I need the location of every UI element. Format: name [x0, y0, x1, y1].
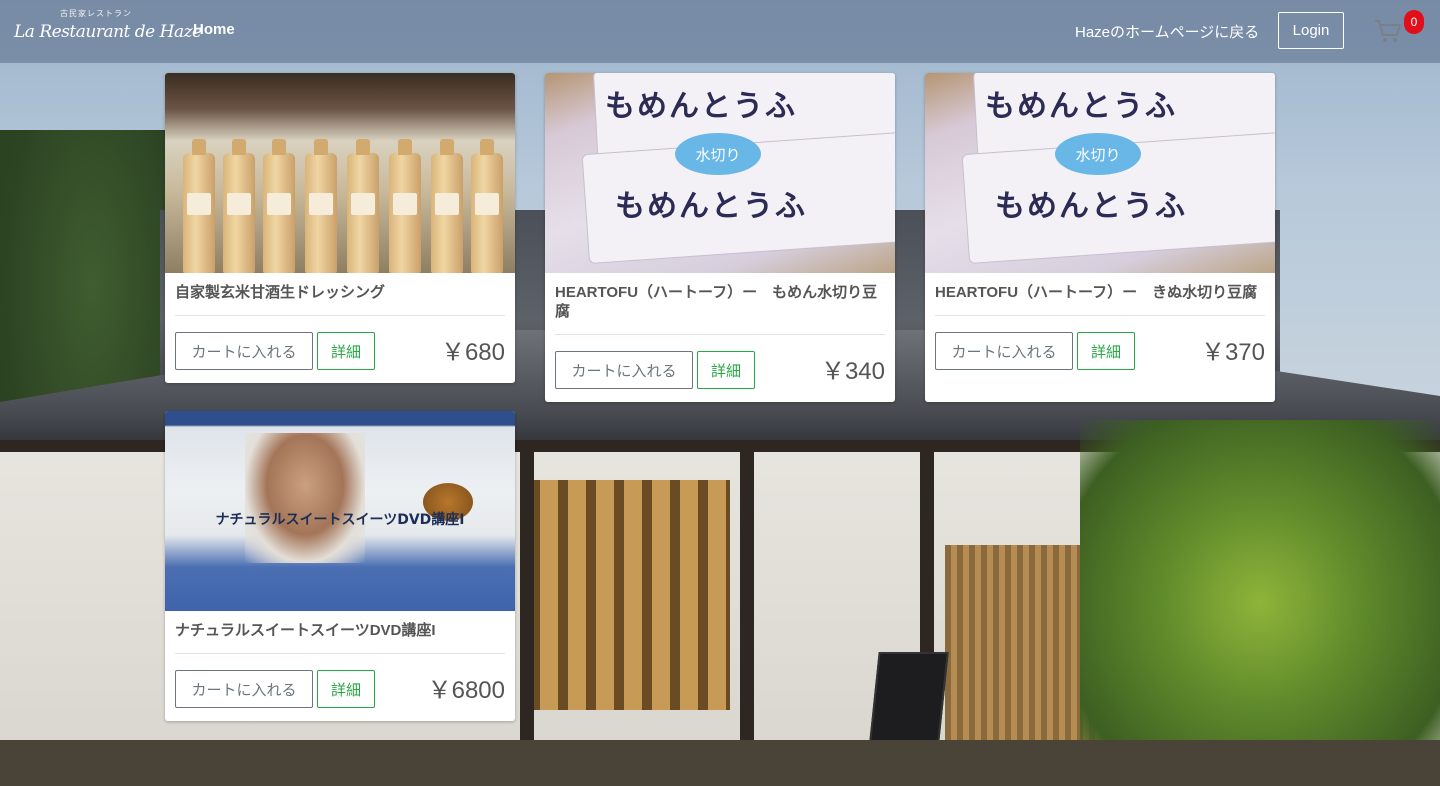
- product-price: ￥680: [440, 339, 505, 366]
- add-to-cart-button[interactable]: カートに入れる: [935, 332, 1073, 370]
- product-name: 自家製玄米甘酒生ドレッシング: [175, 284, 386, 301]
- nav-home-link[interactable]: Home: [193, 21, 235, 38]
- detail-button[interactable]: 詳細: [317, 332, 375, 370]
- product-card: もめんとうふ 水切り もめんとうふ HEARTOFU（ハートーフ）ー もめん水切…: [545, 73, 895, 402]
- product-price: ￥6800: [427, 677, 505, 704]
- add-to-cart-button[interactable]: カートに入れる: [175, 670, 313, 708]
- detail-button[interactable]: 詳細: [317, 670, 375, 708]
- cart-icon[interactable]: [1372, 15, 1404, 47]
- product-name: ナチュラルスイートスイーツDVD講座I: [175, 622, 436, 639]
- product-price: ￥340: [820, 358, 885, 385]
- product-name: HEARTOFU（ハートーフ）ー きぬ水切り豆腐: [935, 284, 1258, 301]
- detail-button[interactable]: 詳細: [697, 351, 755, 389]
- product-image[interactable]: ナチュラルスイートスイーツDVD講座Ⅰ: [165, 411, 515, 611]
- cart-count-badge: 0: [1404, 10, 1424, 34]
- product-card: 自家製玄米甘酒生ドレッシング カートに入れる 詳細 ￥680: [165, 73, 515, 383]
- product-price: ￥370: [1200, 339, 1265, 366]
- login-button[interactable]: Login: [1278, 12, 1344, 49]
- detail-button[interactable]: 詳細: [1077, 332, 1135, 370]
- brand-subtitle: 古民家レストラン: [60, 9, 132, 18]
- brand-name: La Restaurant de Haze: [14, 22, 202, 42]
- product-card: もめんとうふ 水切り もめんとうふ HEARTOFU（ハートーフ）ー きぬ水切り…: [925, 73, 1275, 402]
- product-card: ナチュラルスイートスイーツDVD講座Ⅰ ナチュラルスイートスイーツDVD講座I …: [165, 411, 515, 721]
- product-image[interactable]: もめんとうふ 水切り もめんとうふ: [925, 73, 1275, 273]
- product-image[interactable]: [165, 73, 515, 273]
- product-name: HEARTOFU（ハートーフ）ー もめん水切り豆腐: [555, 284, 878, 320]
- add-to-cart-button[interactable]: カートに入れる: [175, 332, 313, 370]
- back-to-homepage-link[interactable]: Hazeのホームページに戻る: [1075, 21, 1259, 42]
- top-navbar: 古民家レストラン La Restaurant de Haze Home Haze…: [0, 0, 1440, 63]
- brand-logo[interactable]: 古民家レストラン La Restaurant de Haze: [14, 8, 202, 50]
- product-image[interactable]: もめんとうふ 水切り もめんとうふ: [545, 73, 895, 273]
- add-to-cart-button[interactable]: カートに入れる: [555, 351, 693, 389]
